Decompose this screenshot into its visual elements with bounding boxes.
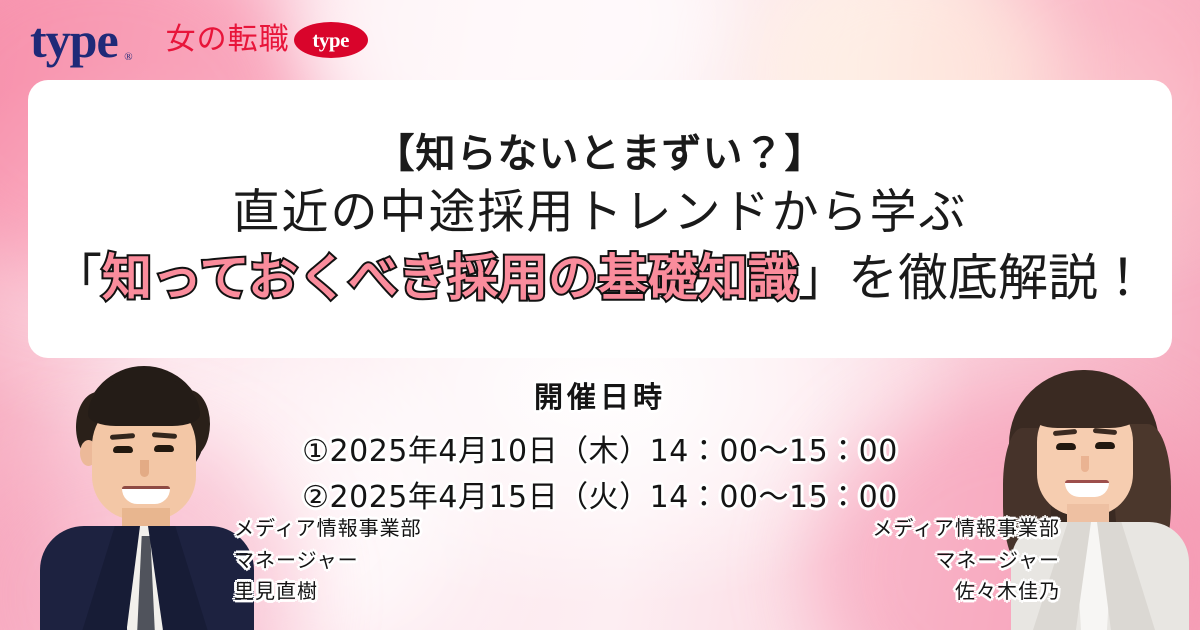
onna-no-tenshoku-logo: 女の転職 type [166,22,368,58]
type-badge-oval: type [293,22,368,58]
speaker-right-department: メディア情報事業部 [872,516,1060,541]
speaker-caption-left: メディア情報事業部 マネージャー 里見直樹 [234,513,422,608]
speaker-left-role: マネージャー [234,547,359,572]
speaker-left-department: メディア情報事業部 [234,516,422,541]
title-line-2: 直近の中途採用トレンドから学ぶ [232,185,968,241]
speaker-right-role: マネージャー [935,547,1060,572]
logo-bar: type ® 女の転職 type [30,10,368,70]
speaker-caption-right: メディア情報事業部 マネージャー 佐々木佳乃 [872,513,1060,608]
schedule-block: 開催日時 ①2025年4月10日（木）14：00〜15：00 ②2025年4月1… [0,374,1200,520]
title-line-1: 【知らないとまずい？】 [374,131,826,178]
type-logo-wordmark: type [30,12,119,68]
speaker-right-name: 佐々木佳乃 [955,579,1060,604]
title-card: 【知らないとまずい？】 直近の中途採用トレンドから学ぶ 「知っておくべき採用の基… [28,80,1172,358]
onna-no-tenshoku-wordmark: 女の転職 [165,22,290,57]
speaker-left-name: 里見直樹 [234,579,318,604]
type-logo: type ® [30,12,133,68]
title-line-3: 「知っておくべき採用の基礎知識 」を徹底解説！ [52,248,1148,307]
schedule-session-1: ①2025年4月10日（木）14：00〜15：00 [302,434,898,469]
registered-trademark-icon: ® [124,51,132,63]
title-quote-open: 「 [52,248,102,307]
webinar-banner: type ® 女の転職 type 【知らないとまずい？】 直近の中途採用トレンドか… [0,0,1200,630]
title-highlight-text: 知っておくべき採用の基礎知識 [100,248,800,307]
title-line-3-suffix: 」を徹底解説！ [798,248,1148,307]
schedule-heading: 開催日時 [533,380,666,414]
type-badge-label: type [312,27,349,52]
